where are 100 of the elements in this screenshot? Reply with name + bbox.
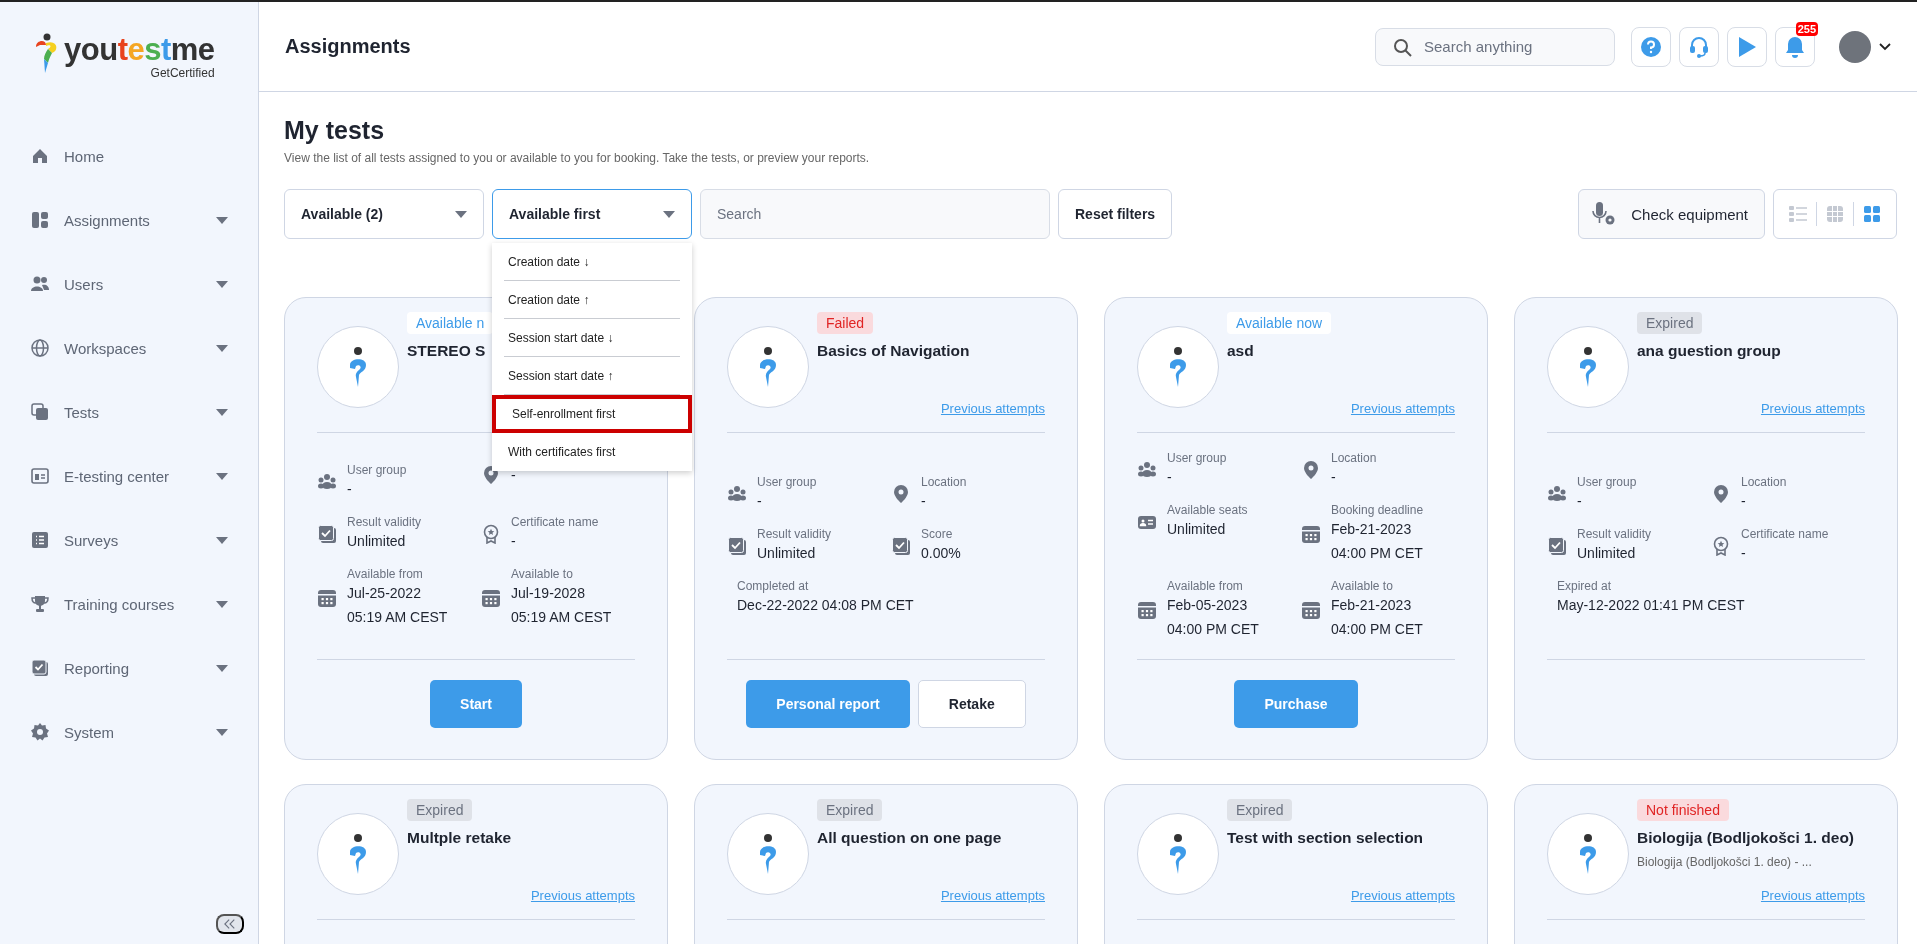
sort-option[interactable]: Session start date ↓ [504, 319, 680, 357]
test-title: ana guestion group [1637, 342, 1781, 360]
nav-item[interactable]: Workspaces [0, 316, 258, 380]
nav-item[interactable]: E-testing center [0, 444, 258, 508]
field-value: 04:00 PM CET [1331, 544, 1424, 563]
grid-icon [1824, 203, 1846, 225]
headset-icon [1688, 34, 1710, 59]
field-value: 05:19 AM CEST [347, 608, 448, 627]
field-label: Available seats [1167, 503, 1248, 517]
primary-button[interactable]: Purchase [1234, 680, 1358, 728]
field-label: User group [1577, 475, 1637, 489]
previous-attempts-link[interactable]: Previous attempts [1760, 401, 1865, 416]
system-icon [30, 722, 50, 742]
surveys-icon [30, 530, 50, 550]
page-description: View the list of all tests assigned to you or available to you for booking. Take the tests, or preview your reports. [284, 151, 871, 165]
group-icon [317, 472, 337, 492]
field-value: 05:19 AM CEST [511, 608, 612, 627]
field-label: Location [1741, 475, 1787, 489]
caret-icon [455, 210, 467, 218]
validity-icon [317, 524, 337, 544]
check-equipment-button[interactable]: Check equipment [1578, 189, 1765, 239]
field-label: User group [347, 463, 407, 477]
previous-attempts-link[interactable]: Previous attempts [1760, 888, 1865, 903]
status-badge: Available n [407, 312, 494, 334]
training-icon [30, 594, 50, 614]
field-label: Booking deadline [1331, 503, 1424, 517]
sort-option[interactable]: Self-enrollment first [492, 395, 692, 433]
nav-item[interactable]: Tests [0, 380, 258, 444]
field-label: Location [921, 475, 967, 489]
previous-attempts-link[interactable]: Previous attempts [940, 888, 1045, 903]
primary-button[interactable]: Start [430, 680, 522, 728]
primary-button[interactable]: Personal report [746, 680, 910, 728]
field-value: - [347, 480, 353, 499]
field-value: - [1331, 468, 1337, 487]
field-value: - [1741, 544, 1747, 563]
sort-option[interactable]: Session start date ↑ [504, 357, 680, 395]
play-button[interactable] [1727, 26, 1767, 67]
validity-icon [891, 536, 911, 556]
header-title: Assignments [285, 35, 412, 58]
sort-dropdown[interactable]: Available first [492, 189, 692, 239]
secondary-button[interactable]: Retake [917, 680, 1026, 728]
collapse-sidebar-button[interactable] [216, 914, 244, 934]
field-label: Available to [511, 567, 574, 581]
field-value: Feb-05-2023 [1167, 596, 1249, 615]
help-button[interactable] [1631, 26, 1671, 67]
status-badge: Expired [407, 799, 473, 821]
location-icon [1301, 460, 1321, 480]
nav-item[interactable]: Users [0, 252, 258, 316]
field-label: User group [1167, 451, 1227, 465]
previous-attempts-link[interactable]: Previous attempts [940, 401, 1045, 416]
sort-option[interactable]: Creation date ↓ [504, 243, 680, 281]
date-icon [481, 588, 501, 608]
headset-button[interactable] [1679, 26, 1719, 67]
nav-item[interactable]: System [0, 700, 258, 764]
field-label: Result validity [757, 527, 832, 541]
test-title: asd [1227, 342, 1254, 360]
home-icon [30, 146, 50, 166]
certificate-icon [481, 524, 501, 544]
field-value: 04:00 PM CET [1331, 620, 1423, 639]
date-icon [1301, 600, 1321, 620]
logo-tagline: GetCertified [150, 66, 215, 80]
chevron-down-icon[interactable] [1879, 42, 1891, 51]
global-search-field[interactable]: Search anything [1375, 27, 1615, 66]
help-icon [1640, 35, 1662, 58]
field-label: Location [1331, 451, 1377, 465]
nav-item[interactable]: Reporting [0, 636, 258, 700]
user-avatar[interactable] [1839, 30, 1871, 63]
field-value: Jul-19-2028 [511, 584, 586, 603]
field-value: Feb-21-2023 [1331, 520, 1413, 539]
test-title: Multple retake [407, 829, 512, 847]
validity-icon [727, 536, 747, 556]
test-subtitle: Biologija (Bodljokošci 1. deo) - ... [1637, 855, 1812, 869]
field-label: Certificate name [511, 515, 599, 529]
nav-item[interactable]: Home [0, 124, 258, 188]
nav-item[interactable]: Surveys [0, 508, 258, 572]
field-value: - [1741, 492, 1747, 511]
list-icon [1787, 203, 1809, 225]
status-badge: Expired [817, 799, 883, 821]
field-label: Expired at [1557, 579, 1613, 593]
workspaces-icon [30, 338, 50, 358]
reset-filters-button[interactable]: Reset filters [1058, 189, 1173, 239]
field-value: Feb-21-2023 [1331, 596, 1413, 615]
field-label: Score [921, 527, 954, 541]
status-filter-dropdown[interactable]: Available (2) [284, 189, 484, 239]
etesting-icon [30, 466, 50, 486]
group-icon [1547, 484, 1567, 504]
previous-attempts-link[interactable]: Previous attempts [1350, 401, 1455, 416]
previous-attempts-link[interactable]: Previous attempts [530, 888, 635, 903]
previous-attempts-link[interactable]: Previous attempts [1350, 888, 1455, 903]
sort-option[interactable]: Creation date ↑ [504, 281, 680, 319]
nav-item[interactable]: Assignments [0, 188, 258, 252]
location-icon [481, 465, 501, 485]
test-title: Test with section selection [1227, 829, 1424, 847]
search-field[interactable]: Search [700, 189, 1050, 239]
field-value: - [1577, 492, 1583, 511]
test-title: All question on one page [817, 829, 1002, 847]
location-icon [891, 484, 911, 504]
field-value: 04:00 PM CET [1167, 620, 1259, 639]
nav-item[interactable]: Training courses [0, 572, 258, 636]
test-title: Biologija (Bodljokošci 1. deo) [1637, 829, 1854, 847]
